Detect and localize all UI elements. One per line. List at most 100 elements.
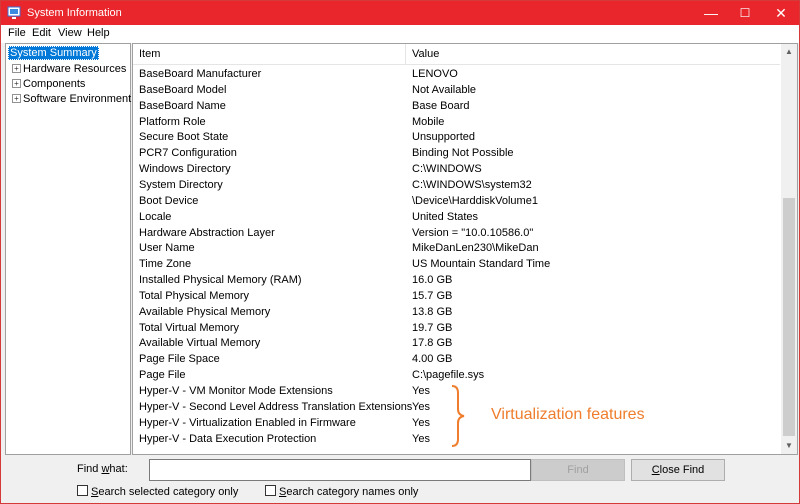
cell-item: Hyper-V - VM Monitor Mode Extensions [139,385,333,397]
cell-item: Page File [139,369,186,382]
expand-plus-icon[interactable]: + [12,64,21,73]
table-row[interactable]: Windows Directory C:\WINDOWS [133,161,780,177]
list-header: Item Value [133,44,780,65]
table-row[interactable]: Hardware Abstraction Layer Version = "10.… [133,225,780,241]
cell-value: 17.8 GB [412,337,453,350]
close-find-button[interactable]: Close Find [631,459,725,481]
title-bar[interactable]: System Information — ☐ ✕ [1,1,799,25]
cell-item: Page File Space [139,353,220,366]
category-tree[interactable]: System Summary + Hardware Resources + Comp… [5,43,131,455]
cell-value: C:\WINDOWS\system32 [412,178,532,191]
checkbox-icon[interactable] [77,485,88,496]
scroll-down-arrow-icon[interactable]: ▼ [781,438,797,454]
cell-value: Yes [412,385,430,397]
cell-value: Yes [412,416,430,429]
cell-value: C:\WINDOWS [412,163,482,176]
find-button[interactable]: Find [531,459,625,481]
tree-item-system-summary[interactable]: System Summary [8,46,99,61]
table-row[interactable]: Secure Boot State Unsupported [133,129,780,145]
cell-value: C:\pagefile.sys [412,369,485,382]
table-row[interactable]: BaseBoard Name Base Board [133,98,780,114]
table-row[interactable]: BaseBoard Manufacturer LENOVO [133,66,780,82]
cell-value: Version = "10.0.10586.0" [412,226,534,239]
cell-item: System Directory [139,178,223,191]
cell-value: Yes [412,432,430,445]
table-row[interactable]: Available Virtual Memory 17.8 GB [133,335,780,351]
table-row[interactable]: Time Zone US Mountain Standard Time [133,256,780,272]
cell-item: Platform Role [139,115,206,128]
tree-item-label: System Summary [8,46,99,60]
cell-item: BaseBoard Manufacturer [139,68,262,80]
cell-item: Locale [139,210,172,223]
window-title: System Information [27,7,122,19]
maximize-button[interactable]: ☐ [729,1,761,25]
table-row[interactable]: Total Physical Memory 15.7 GB [133,288,780,304]
cell-value: Mobile [412,115,445,128]
minimize-button[interactable]: — [695,1,727,25]
table-row[interactable]: Locale United States [133,209,780,225]
virtualization-annotation: Virtualization features [491,406,645,423]
menu-bar: File Edit View Help [1,25,799,43]
cell-item: BaseBoard Name [139,99,226,112]
cell-value: \Device\HarddiskVolume1 [412,194,538,207]
expand-plus-icon[interactable]: + [12,94,21,103]
cell-item: BaseBoard Model [139,83,227,96]
tree-item-label: Components [23,78,86,90]
cell-item: Hyper-V - Second Level Address Translati… [139,400,413,413]
table-row[interactable]: PCR7 Configuration Binding Not Possible [133,145,780,161]
cell-value: 16.0 GB [412,274,453,287]
menu-help[interactable]: Help [87,27,110,39]
search-selected-category-checkbox[interactable]: Search selected category only [77,485,238,498]
expand-plus-icon[interactable]: + [12,79,21,88]
checkbox-icon[interactable] [265,485,276,496]
table-row[interactable]: Available Physical Memory 13.8 GB [133,304,780,320]
column-header-item[interactable]: Item [139,48,160,60]
cell-item: Total Physical Memory [139,289,250,302]
menu-edit[interactable]: Edit [32,27,51,39]
system-information-window: System Information — ☐ ✕ File Edit View … [0,0,800,504]
cell-item: Windows Directory [139,163,231,176]
cell-item: Available Physical Memory [139,305,271,318]
cell-value: MikeDanLen230\MikeDan [412,242,539,255]
close-button[interactable]: ✕ [765,1,797,25]
cell-value: 15.7 GB [412,289,453,302]
cell-item: Installed Physical Memory (RAM) [139,274,302,287]
find-what-input[interactable] [149,459,531,481]
cell-value: Yes [412,400,430,413]
cell-value: LENOVO [412,68,458,80]
table-row[interactable]: Page File C:\pagefile.sys [133,367,780,383]
annotation-brace [451,385,465,447]
cell-item: Time Zone [139,258,192,271]
menu-view[interactable]: View [58,27,82,39]
table-row[interactable]: User Name MikeDanLen230\MikeDan [133,240,780,256]
cell-value: 19.7 GB [412,321,453,334]
cell-value: Base Board [412,99,470,112]
scroll-up-arrow-icon[interactable]: ▲ [781,44,797,60]
table-row[interactable]: Boot Device \Device\HarddiskVolume1 [133,193,780,209]
tree-item-label: Hardware Resources [23,63,127,75]
tree-item-hardware-resources[interactable]: + Hardware Resources [12,63,126,77]
table-row[interactable]: Total Virtual Memory 19.7 GB [133,320,780,336]
cell-value: Unsupported [412,131,475,144]
search-category-names-checkbox[interactable]: Search category names only [265,485,418,498]
cell-item: Available Virtual Memory [139,337,261,350]
find-bar: Find what: Find Close Find Search select… [1,455,799,503]
tree-item-software-environment[interactable]: + Software Environment [12,93,131,107]
column-divider[interactable] [405,44,406,64]
cell-item: Boot Device [139,194,199,207]
table-row[interactable]: Platform Role Mobile [133,114,780,130]
cell-item: Total Virtual Memory [139,321,240,334]
find-what-label: Find what: [77,463,128,475]
tree-item-components[interactable]: + Components [12,78,85,92]
scrollbar-thumb[interactable] [783,198,795,436]
vertical-scrollbar[interactable]: ▲ ▼ [781,44,797,454]
cell-value: US Mountain Standard Time [412,258,551,271]
cell-value: Binding Not Possible [412,147,514,160]
cell-item: Secure Boot State [139,131,229,144]
table-row[interactable]: BaseBoard Model Not Available [133,82,780,98]
table-row[interactable]: System Directory C:\WINDOWS\system32 [133,177,780,193]
table-row[interactable]: Installed Physical Memory (RAM) 16.0 GB [133,272,780,288]
table-row[interactable]: Page File Space 4.00 GB [133,351,780,367]
column-header-value[interactable]: Value [412,48,439,60]
menu-file[interactable]: File [8,27,26,39]
